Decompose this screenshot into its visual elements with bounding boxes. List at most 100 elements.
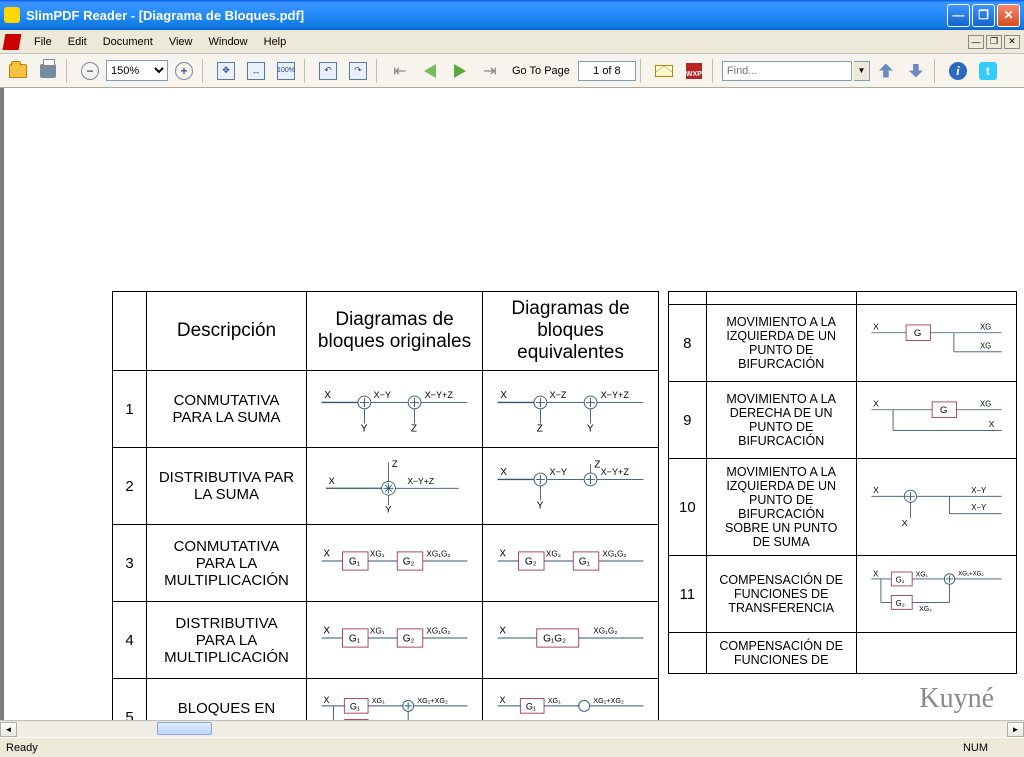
twitter-button[interactable]: t bbox=[974, 57, 1002, 85]
menu-file[interactable]: File bbox=[26, 33, 60, 51]
svg-text:Y: Y bbox=[587, 424, 594, 435]
row-num: 1 bbox=[113, 371, 147, 448]
svg-text:G₁: G₁ bbox=[349, 634, 361, 645]
scroll-right-button[interactable]: ► bbox=[1007, 722, 1024, 737]
block-diagram-table-left: Descripción Diagramas de bloques origina… bbox=[112, 291, 659, 720]
plus-icon: + bbox=[175, 62, 193, 80]
open-button[interactable] bbox=[4, 57, 32, 85]
goto-page-label: Go To Page bbox=[506, 65, 576, 77]
fit-width-button[interactable]: ↔ bbox=[242, 57, 270, 85]
svg-text:Z: Z bbox=[537, 424, 543, 435]
row-num: 2 bbox=[113, 448, 147, 525]
scroll-track[interactable] bbox=[17, 722, 1007, 737]
horizontal-scrollbar[interactable]: ◄ ► bbox=[0, 720, 1024, 737]
svg-text:XG₁G₂: XG₁G₂ bbox=[426, 626, 450, 635]
table-row: 4 DISTRIBUTIVA PARA LA MULTIPLICACIÓN XG… bbox=[113, 602, 659, 679]
svg-text:G₁: G₁ bbox=[526, 702, 536, 712]
fit-page-button[interactable]: ✥ bbox=[212, 57, 240, 85]
menu-window[interactable]: Window bbox=[201, 33, 256, 51]
find-prev-button[interactable] bbox=[872, 57, 900, 85]
svg-text:X: X bbox=[323, 625, 330, 636]
diagram-orig-4: XG₁XG₁G₂XG₁G₂ bbox=[317, 608, 472, 668]
svg-text:X−Y+Z: X−Y+Z bbox=[407, 476, 434, 486]
fit-width-icon: ↔ bbox=[247, 62, 265, 80]
zoom-out-button[interactable]: − bbox=[76, 57, 104, 85]
arrow-up-icon bbox=[879, 64, 893, 78]
table-row: 9 MOVIMIENTO A LA DERECHA DE UN PUNTO DE… bbox=[669, 382, 1017, 459]
svg-text:X: X bbox=[988, 419, 994, 429]
svg-text:XG₂: XG₂ bbox=[919, 606, 932, 613]
diagram-equiv-5: XG₁XG₁XG₁+XG₂ bbox=[493, 685, 648, 720]
next-page-button[interactable] bbox=[446, 57, 474, 85]
email-button[interactable] bbox=[650, 57, 678, 85]
close-button[interactable]: ✕ bbox=[997, 4, 1020, 27]
svg-text:X−Y: X−Y bbox=[971, 486, 987, 495]
mdi-restore-button[interactable]: ❐ bbox=[986, 35, 1002, 49]
minimize-button[interactable]: — bbox=[947, 4, 970, 27]
app-icon bbox=[4, 7, 20, 23]
find-next-button[interactable] bbox=[902, 57, 930, 85]
rotate-left-button[interactable]: ↶ bbox=[314, 57, 342, 85]
row-num: 9 bbox=[669, 382, 707, 459]
prev-page-button[interactable] bbox=[416, 57, 444, 85]
page-input[interactable] bbox=[578, 61, 636, 81]
maximize-button[interactable]: ❐ bbox=[972, 4, 995, 27]
svg-text:Z: Z bbox=[411, 424, 417, 435]
mdi-minimize-button[interactable]: — bbox=[968, 35, 984, 49]
scroll-left-button[interactable]: ◄ bbox=[0, 722, 17, 737]
print-button[interactable] bbox=[34, 57, 62, 85]
svg-text:G₁: G₁ bbox=[579, 557, 591, 568]
header-orig: Diagramas de bloques originales bbox=[307, 292, 483, 371]
zoom-in-button[interactable]: + bbox=[170, 57, 198, 85]
svg-text:Y: Y bbox=[361, 424, 368, 435]
svg-text:XG: XG bbox=[980, 399, 991, 408]
diagram-equiv-2: XYX−YZX−Y+Z bbox=[493, 454, 648, 514]
document-viewport[interactable]: Descripción Diagramas de bloques origina… bbox=[0, 88, 1024, 720]
zoom-select[interactable]: 150% bbox=[106, 60, 168, 81]
titlebar: SlimPDF Reader - [Diagrama de Bloques.pd… bbox=[0, 0, 1024, 30]
svg-text:G₂: G₂ bbox=[525, 557, 537, 568]
row-desc: BLOQUES EN PARALELO bbox=[147, 679, 307, 721]
svg-text:X: X bbox=[324, 390, 331, 401]
svg-text:X: X bbox=[500, 390, 507, 401]
printer-icon bbox=[40, 64, 56, 78]
svg-text:X−Y: X−Y bbox=[374, 390, 391, 400]
header-equiv: Diagramas de bloques equivalentes bbox=[483, 292, 659, 371]
menu-view[interactable]: View bbox=[161, 33, 201, 51]
export-pdf-button[interactable]: WXP bbox=[680, 57, 708, 85]
twitter-icon: t bbox=[979, 62, 997, 80]
svg-text:XG₁: XG₁ bbox=[370, 626, 385, 635]
svg-text:X: X bbox=[873, 321, 879, 331]
row-desc: MOVIMIENTO A LA IZQUIERDA DE UN PUNTO DE… bbox=[706, 459, 856, 556]
rotate-right-button[interactable]: ↷ bbox=[344, 57, 372, 85]
row-num: 11 bbox=[669, 556, 707, 633]
svg-text:XG₁: XG₁ bbox=[548, 696, 562, 705]
find-dropdown-button[interactable]: ▼ bbox=[854, 61, 870, 81]
svg-text:G₁: G₁ bbox=[349, 557, 361, 568]
menu-edit[interactable]: Edit bbox=[60, 33, 95, 51]
svg-text:XG₁G₂: XG₁G₂ bbox=[593, 626, 617, 635]
statusbar: Ready NUM bbox=[0, 737, 1024, 757]
find-input[interactable] bbox=[722, 61, 852, 81]
row-num: 5 bbox=[113, 679, 147, 721]
row-desc: CONMUTATIVA PARA LA SUMA bbox=[147, 371, 307, 448]
actual-size-icon: 100% bbox=[277, 62, 295, 80]
envelope-icon bbox=[655, 65, 673, 77]
menu-help[interactable]: Help bbox=[256, 33, 295, 51]
scroll-thumb[interactable] bbox=[157, 722, 212, 735]
menu-document[interactable]: Document bbox=[95, 33, 161, 51]
svg-text:Z: Z bbox=[392, 458, 398, 469]
first-page-button[interactable]: ⇤ bbox=[386, 57, 414, 85]
last-page-button[interactable]: ⇥ bbox=[476, 57, 504, 85]
svg-text:XG₂: XG₂ bbox=[546, 549, 561, 558]
svg-text:XG₁G₂: XG₁G₂ bbox=[426, 549, 450, 558]
header-desc: Descripción bbox=[147, 292, 307, 371]
pdf-page: Descripción Diagramas de bloques origina… bbox=[4, 88, 1024, 720]
minus-icon: − bbox=[81, 62, 99, 80]
svg-text:XG₁G₂: XG₁G₂ bbox=[602, 549, 626, 558]
actual-size-button[interactable]: 100% bbox=[272, 57, 300, 85]
row-num: 10 bbox=[669, 459, 707, 556]
mdi-close-button[interactable]: ✕ bbox=[1004, 35, 1020, 49]
row-desc: COMPENSACIÓN DE FUNCIONES DE TRANSFERENC… bbox=[706, 556, 856, 633]
info-button[interactable]: i bbox=[944, 57, 972, 85]
